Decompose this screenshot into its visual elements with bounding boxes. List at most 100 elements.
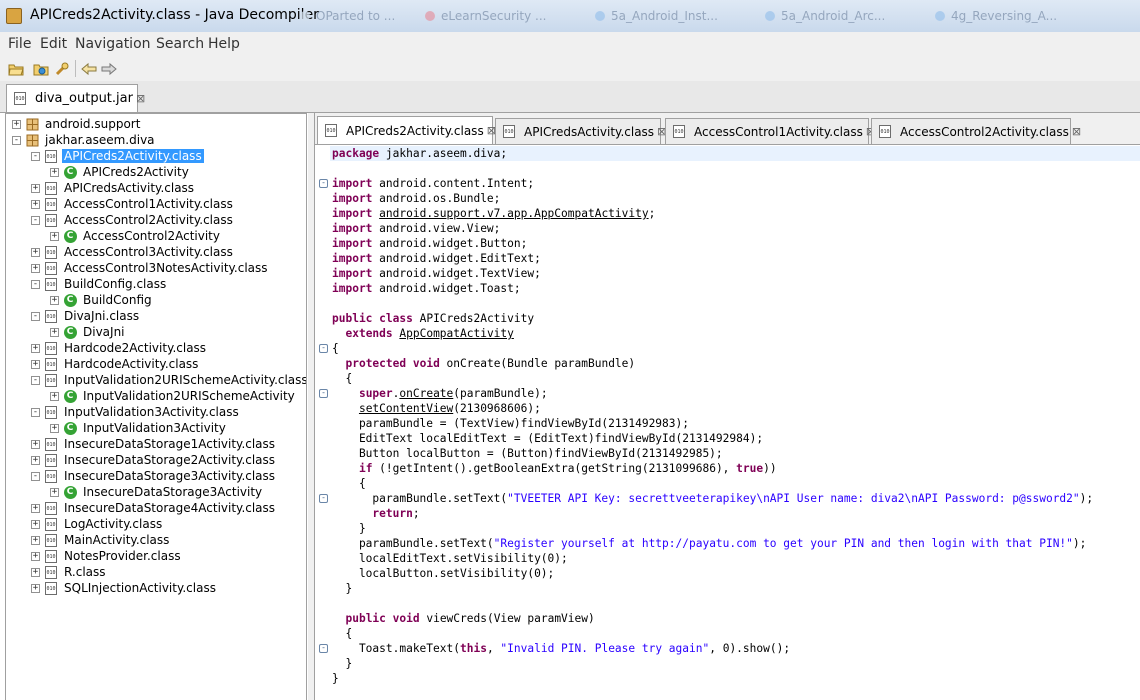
expand-icon[interactable]: + (31, 455, 40, 465)
tree-node-label: InputValidation2URISchemeActivity (83, 389, 295, 403)
tree-class-node[interactable]: + C DivaJni (50, 324, 127, 340)
collapse-icon[interactable]: - (31, 279, 40, 289)
open-file-icon[interactable] (7, 60, 25, 77)
tree-file-node[interactable]: +010 HardcodeActivity.class (31, 356, 200, 372)
tree-class-node[interactable]: + C InputValidation3Activity (50, 420, 228, 436)
code-line: super.onCreate(paramBundle); (358, 387, 548, 400)
close-icon[interactable]: ⊠ (136, 92, 145, 105)
open-type-icon[interactable] (32, 60, 50, 77)
collapse-icon[interactable]: - (31, 311, 40, 321)
fold-toggle-icon[interactable]: - (319, 389, 328, 398)
tab-diva-output-jar[interactable]: 010 diva_output.jar ⊠ (6, 84, 145, 112)
background-window-tab[interactable]: eLearnSecurity ... (425, 6, 546, 26)
tree-file-node[interactable]: +010 MainActivity.class (31, 532, 171, 548)
tree-file-node[interactable]: -010 InputValidation2URISchemeActivity.cl… (31, 372, 306, 388)
tree-file-node[interactable]: +010 NotesProvider.class (31, 548, 183, 564)
tree-file-node[interactable]: +010 SQLInjectionActivity.class (31, 580, 218, 596)
tab-label: AccessControl2Activity.class (900, 124, 1069, 139)
tree-file-node[interactable]: +010 APICredsActivity.class (31, 180, 196, 196)
tab-apicredsactivity[interactable]: 010 APICredsActivity.class ⊠ (495, 118, 666, 144)
expand-icon[interactable]: + (31, 535, 40, 545)
class-file-icon: 010 (44, 549, 58, 563)
tab-accesscontrol2activity[interactable]: 010 AccessControl2Activity.class ⊠ (871, 118, 1081, 144)
collapse-icon[interactable]: - (31, 375, 40, 385)
tree-package-node[interactable]: + android.support (12, 116, 142, 132)
expand-icon[interactable]: + (50, 167, 59, 177)
class-icon: C (63, 325, 77, 339)
collapse-icon[interactable]: - (31, 471, 40, 481)
background-window-tab[interactable]: 4g_Reversing_A... (935, 6, 1057, 26)
class-icon: C (63, 389, 77, 403)
background-window-tab[interactable]: 5a_Android_Inst... (595, 6, 718, 26)
collapse-icon[interactable]: - (31, 215, 40, 225)
fold-toggle-icon[interactable]: - (319, 494, 328, 503)
tree-file-node[interactable]: -010 APICreds2Activity.class (31, 148, 204, 164)
expand-icon[interactable]: + (31, 519, 40, 529)
tree-file-node[interactable]: +010 AccessControl3NotesActivity.class (31, 260, 270, 276)
tree-class-node[interactable]: + C APICreds2Activity (50, 164, 191, 180)
fold-toggle-icon[interactable]: - (319, 644, 328, 653)
expand-icon[interactable]: + (31, 551, 40, 561)
background-window-tab[interactable]: OParted to ... (300, 6, 395, 26)
tab-icon (425, 11, 435, 21)
collapse-icon[interactable]: - (31, 407, 40, 417)
expand-icon[interactable]: + (12, 119, 21, 129)
class-file-icon: 010 (44, 565, 58, 579)
menu-edit[interactable]: Edit (40, 36, 67, 52)
expand-icon[interactable]: + (31, 359, 40, 369)
tab-accesscontrol1activity[interactable]: 010 AccessControl1Activity.class ⊠ (665, 118, 875, 144)
tree-file-node[interactable]: +010 AccessControl3Activity.class (31, 244, 235, 260)
tree-file-node[interactable]: -010 DivaJni.class (31, 308, 141, 324)
tree-file-node[interactable]: -010 BuildConfig.class (31, 276, 168, 292)
tree-file-node[interactable]: -010 InsecureDataStorage3Activity.class (31, 468, 277, 484)
code-line: package jakhar.aseem.diva; (330, 146, 1140, 161)
tree-file-node[interactable]: +010 InsecureDataStorage1Activity.class (31, 436, 277, 452)
expand-icon[interactable]: + (50, 327, 59, 337)
tree-file-node[interactable]: +010 LogActivity.class (31, 516, 164, 532)
forward-arrow-icon[interactable] (100, 60, 118, 77)
background-window-tab[interactable]: 5a_Android_Arc... (765, 6, 885, 26)
expand-icon[interactable]: + (31, 199, 40, 209)
expand-icon[interactable]: + (31, 567, 40, 577)
expand-icon[interactable]: + (31, 439, 40, 449)
expand-icon[interactable]: + (50, 295, 59, 305)
tree-node-label: AccessControl3NotesActivity.class (64, 261, 268, 275)
tree-class-node[interactable]: + C AccessControl2Activity (50, 228, 222, 244)
app-icon (6, 8, 22, 24)
expand-icon[interactable]: + (50, 487, 59, 497)
expand-icon[interactable]: + (31, 583, 40, 593)
tree-file-node[interactable]: +010 AccessControl1Activity.class (31, 196, 235, 212)
collapse-icon[interactable]: - (12, 135, 21, 145)
tree-file-node[interactable]: -010 InputValidation3Activity.class (31, 404, 241, 420)
close-icon[interactable]: ⊠ (1072, 125, 1081, 138)
tree-class-node[interactable]: + C InsecureDataStorage3Activity (50, 484, 264, 500)
menu-help[interactable]: Help (208, 36, 240, 52)
tree-class-node[interactable]: + C BuildConfig (50, 292, 154, 308)
source-code-view[interactable]: package jakhar.aseem.diva; import android… (315, 145, 1140, 700)
search-icon[interactable] (53, 60, 71, 77)
menu-file[interactable]: File (8, 36, 31, 52)
tree-package-node[interactable]: - jakhar.aseem.diva (12, 132, 157, 148)
expand-icon[interactable]: + (31, 343, 40, 353)
back-arrow-icon[interactable] (80, 60, 98, 77)
menu-navigation[interactable]: Navigation (75, 36, 151, 52)
expand-icon[interactable]: + (50, 231, 59, 241)
expand-icon[interactable]: + (50, 423, 59, 433)
expand-icon[interactable]: + (31, 503, 40, 513)
fold-toggle-icon[interactable]: - (319, 179, 328, 188)
expand-icon[interactable]: + (50, 391, 59, 401)
tab-apicreds2activity[interactable]: 010 APICreds2Activity.class ⊠ (317, 116, 496, 144)
expand-icon[interactable]: + (31, 183, 40, 193)
fold-toggle-icon[interactable]: - (319, 344, 328, 353)
collapse-icon[interactable]: - (31, 151, 40, 161)
menu-search[interactable]: Search (156, 36, 204, 52)
tree-file-node[interactable]: +010 InsecureDataStorage2Activity.class (31, 452, 277, 468)
tree-file-node[interactable]: -010 AccessControl2Activity.class (31, 212, 235, 228)
tree-file-node[interactable]: +010 Hardcode2Activity.class (31, 340, 208, 356)
tree-class-node[interactable]: + C InputValidation2URISchemeActivity (50, 388, 297, 404)
tree-file-node[interactable]: +010 R.class (31, 564, 108, 580)
tab-label: APICredsActivity.class (524, 124, 655, 139)
tree-file-node[interactable]: +010 InsecureDataStorage4Activity.class (31, 500, 277, 516)
expand-icon[interactable]: + (31, 247, 40, 257)
expand-icon[interactable]: + (31, 263, 40, 273)
